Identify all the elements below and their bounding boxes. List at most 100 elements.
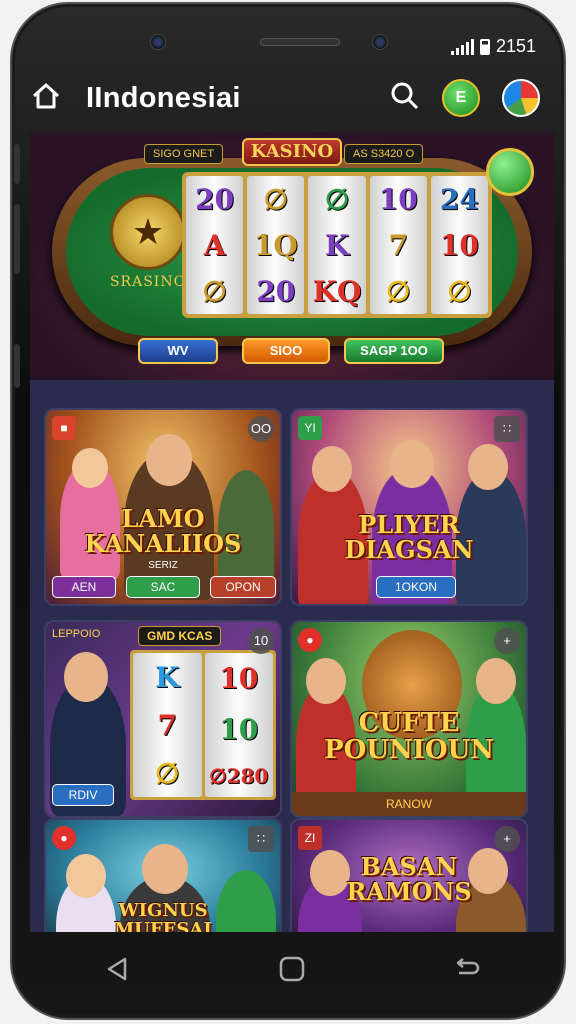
game-card-basan-ramons[interactable]: ZI BASAN RAMONS + [290,818,528,932]
volume-down-button [14,204,20,274]
left-sign: SIGO GNET [144,144,224,164]
grid-menu-icon[interactable]: ∷ [494,416,520,442]
reel-symbol: ∅280 [209,764,269,788]
card-brand: LEPPOIO [52,628,101,640]
star-emblem-icon: ★ [110,194,186,270]
card-title-line: PLIYER [358,510,460,539]
fruit-icon: ● [298,628,322,652]
character-head [312,446,352,492]
reel-symbol: A [203,228,226,262]
reel: K 7 ∅ [133,653,202,797]
hero-button-sioo[interactable]: SIOO [242,338,330,364]
slot-reels: 20 A ∅ ∅ 1Q 20 ∅ K KQ 10 7 ∅ 24 10 ∅ [182,172,492,318]
card-reels: K 7 ∅ 10 10 ∅280 [130,650,276,800]
badge-label: ZI [298,826,322,850]
card-pill[interactable]: RDIV [52,784,114,806]
back-icon[interactable] [93,945,141,993]
card-title-line: MUFESAI [114,918,212,932]
reel-symbol: K [155,660,180,694]
reel-symbol: 20 [195,182,235,216]
hero-button-wv[interactable]: WV [138,338,218,364]
game-card-cufte-pouniouun[interactable]: ● CUFTE POUNIOUN + RANOW [290,620,528,818]
reel-symbol: 7 [388,228,408,262]
card-pill[interactable]: SAC [126,576,200,598]
reel-symbol: 24 [439,182,479,216]
recents-icon[interactable] [443,945,491,993]
more-options-icon[interactable]: 10 [248,628,274,654]
character-head [66,854,106,898]
grid-menu-icon[interactable]: ∷ [248,826,274,852]
character-head [390,440,434,488]
reel: 24 10 ∅ [430,176,489,314]
hero-button-sagp[interactable]: SAGP 1OO [344,338,444,364]
content-area: SIGO GNET KASINO AS S3420 O ★ SRASINO 20… [30,132,554,932]
reel-symbol: ∅ [202,274,227,308]
reel: 10 7 ∅ [369,176,427,314]
card-title-line: DIAGSAN [344,535,474,565]
hero-banner[interactable]: SIGO GNET KASINO AS S3420 O ★ SRASINO 20… [30,132,554,380]
reel-symbol: 10 [439,228,479,262]
reel-symbol: KQ [312,274,362,308]
reel-symbol: 7 [157,708,177,742]
card-title-line: CUFTE [358,708,460,738]
reel-symbol: ∅ [155,756,180,790]
card-pill[interactable]: AEN [52,576,116,598]
character-head [64,652,108,702]
reel: 10 10 ∅280 [204,653,273,797]
battery-icon [479,38,490,55]
reel-symbol: ∅ [324,182,350,216]
card-title-line: BASAN [360,852,458,881]
reel-symbol: ∅ [263,182,288,216]
home-nav-icon[interactable] [268,945,316,993]
reel-symbol: 10 [378,182,418,216]
reel-symbol: 20 [256,274,296,308]
reel-symbol: 1Q [253,228,298,262]
card-title: BASAN RAMONS [292,852,526,905]
right-sign: AS S3420 O [344,144,424,164]
reel-symbol: K [324,228,350,262]
add-icon[interactable]: + [494,826,520,852]
app-bar: IIndonesiai E [30,70,550,126]
more-options-icon[interactable]: OO [248,416,274,442]
card-title-line: POUNIOUN [324,735,494,766]
page-title: IIndonesiai [86,81,241,114]
reel-symbol: ∅ [447,274,472,308]
fruit-icon: ● [52,826,76,850]
reel: 20 A ∅ [186,176,244,314]
card-title: PLIYER DIAGSAN [292,510,526,565]
system-nav-bar [30,936,554,1002]
signal-icon [450,38,474,55]
card-pill[interactable]: RANOW [292,792,526,816]
earpiece-speaker [260,38,340,46]
power-button [14,344,20,388]
reel-symbol: 10 [219,713,259,746]
spin-ball-icon[interactable] [486,148,534,196]
card-title: WIGNUS MUFESAI [46,901,280,932]
search-icon[interactable] [390,81,420,116]
home-icon[interactable] [30,80,62,117]
rewards-avatar-icon[interactable]: E [442,79,480,117]
game-card-pliyer-diagsan[interactable]: YI PLIYER DIAGSAN ∷ 1OKON [290,408,528,606]
reel: ∅ K KQ [308,176,366,314]
profile-avatar-icon[interactable] [502,79,540,117]
game-card-wignus[interactable]: ● WIGNUS MUFESAI ∷ [44,818,282,932]
game-card-gmd-kcas[interactable]: LEPPOIO GMD KCAS K 7 ∅ 10 10 ∅280 10 RDI… [44,620,282,818]
card-title: CUFTE POUNIOUN [292,708,526,766]
reel: ∅ 1Q 20 [247,176,305,314]
card-pill[interactable]: OPON [210,576,276,598]
status-bar: 2151 [450,36,536,57]
game-card-lamo-kanalios[interactable]: ■ LAMO KANALIIOS SERIZ OO AEN SAC OPON [44,408,282,606]
volume-up-button [14,144,20,184]
add-icon[interactable]: + [494,628,520,654]
card-pill[interactable]: 1OKON [376,576,456,598]
kasino-sign: KASINO [242,138,342,166]
character-head [468,444,508,490]
card-title-line: KANALIIOS [84,529,242,559]
gift-icon: ■ [52,416,76,440]
card-subtitle: SERIZ [148,560,178,571]
badge-label: YI [298,416,322,440]
character-head [146,434,192,486]
front-camera-icon [150,34,166,50]
status-time: 2151 [495,36,536,56]
character-head [476,658,516,704]
